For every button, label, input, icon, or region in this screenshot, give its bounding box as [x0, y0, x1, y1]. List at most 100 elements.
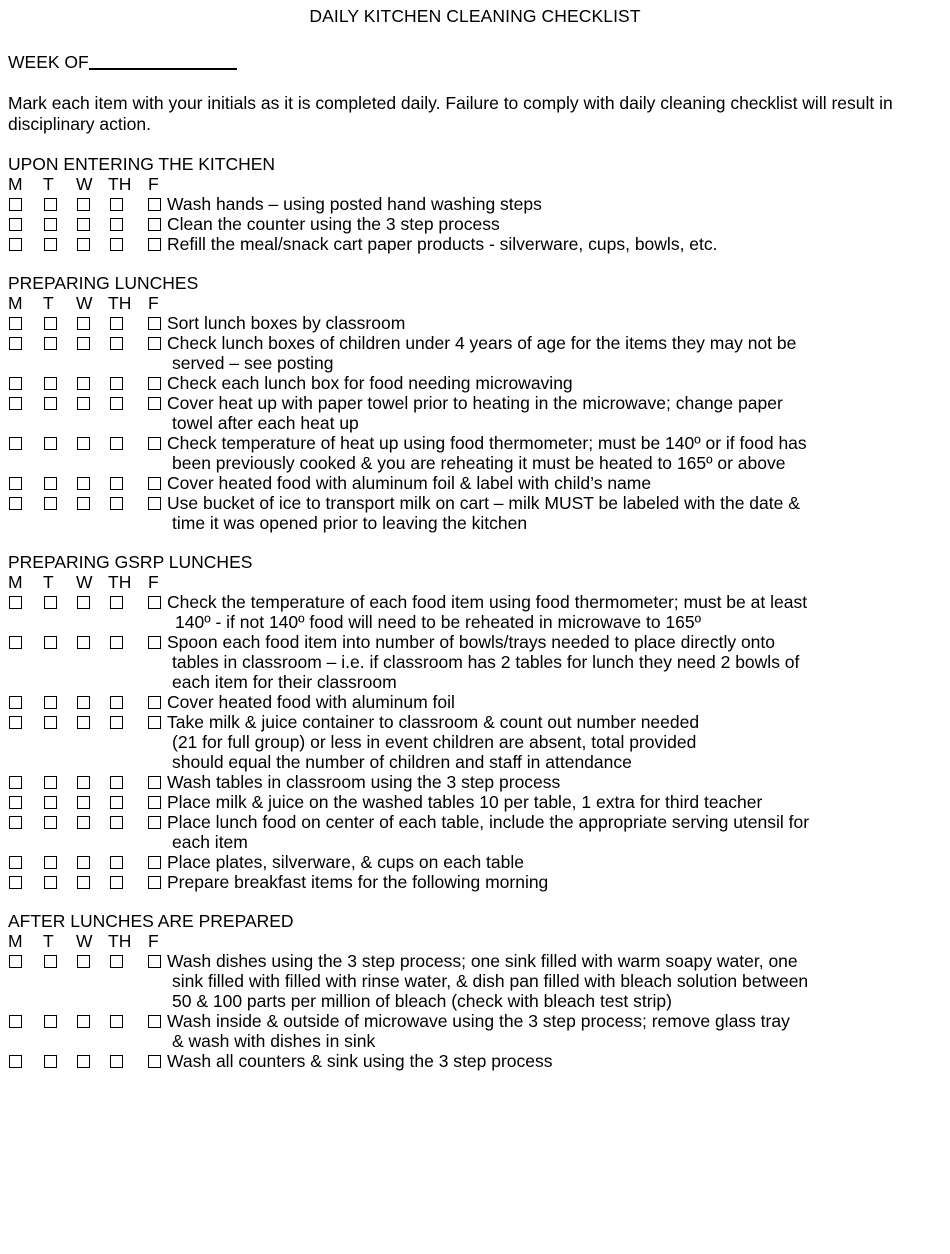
- checkbox-f[interactable]: [148, 377, 161, 390]
- checkbox-th[interactable]: [110, 1015, 123, 1028]
- checkbox-m[interactable]: [9, 337, 22, 350]
- checkbox-t[interactable]: [44, 377, 57, 390]
- checkbox-f[interactable]: [148, 636, 161, 649]
- checkbox-w[interactable]: [77, 816, 90, 829]
- checkbox-m[interactable]: [9, 716, 22, 729]
- checkbox-th[interactable]: [110, 696, 123, 709]
- checkbox-t[interactable]: [44, 596, 57, 609]
- checkbox-t[interactable]: [44, 437, 57, 450]
- checkbox-t[interactable]: [44, 1015, 57, 1028]
- checkbox-f[interactable]: [148, 856, 161, 869]
- checkbox-f[interactable]: [148, 716, 161, 729]
- checkbox-t[interactable]: [44, 696, 57, 709]
- checkbox-f[interactable]: [148, 337, 161, 350]
- checkbox-t[interactable]: [44, 856, 57, 869]
- checkbox-w[interactable]: [77, 497, 90, 510]
- checkbox-th[interactable]: [110, 596, 123, 609]
- checkbox-f[interactable]: [148, 596, 161, 609]
- checkbox-th[interactable]: [110, 816, 123, 829]
- checkbox-t[interactable]: [44, 477, 57, 490]
- checkbox-th[interactable]: [110, 437, 123, 450]
- checkbox-w[interactable]: [77, 955, 90, 968]
- checkbox-t[interactable]: [44, 337, 57, 350]
- checkbox-th[interactable]: [110, 377, 123, 390]
- checkbox-m[interactable]: [9, 876, 22, 889]
- checkbox-w[interactable]: [77, 696, 90, 709]
- checkbox-f[interactable]: [148, 477, 161, 490]
- checkbox-w[interactable]: [77, 776, 90, 789]
- checkbox-th[interactable]: [110, 317, 123, 330]
- checkbox-t[interactable]: [44, 776, 57, 789]
- checkbox-m[interactable]: [9, 1015, 22, 1028]
- checkbox-f[interactable]: [148, 1055, 161, 1068]
- checkbox-f[interactable]: [148, 317, 161, 330]
- checkbox-th[interactable]: [110, 1055, 123, 1068]
- checkbox-w[interactable]: [77, 716, 90, 729]
- checkbox-w[interactable]: [77, 636, 90, 649]
- checkbox-f[interactable]: [148, 796, 161, 809]
- checkbox-th[interactable]: [110, 477, 123, 490]
- checkbox-w[interactable]: [77, 238, 90, 251]
- checkbox-th[interactable]: [110, 716, 123, 729]
- checkbox-t[interactable]: [44, 816, 57, 829]
- checkbox-w[interactable]: [77, 377, 90, 390]
- checkbox-t[interactable]: [44, 497, 57, 510]
- checkbox-t[interactable]: [44, 796, 57, 809]
- checkbox-th[interactable]: [110, 397, 123, 410]
- checkbox-th[interactable]: [110, 497, 123, 510]
- checkbox-m[interactable]: [9, 377, 22, 390]
- checkbox-w[interactable]: [77, 856, 90, 869]
- checkbox-t[interactable]: [44, 716, 57, 729]
- checkbox-w[interactable]: [77, 477, 90, 490]
- checkbox-t[interactable]: [44, 317, 57, 330]
- checkbox-m[interactable]: [9, 596, 22, 609]
- checkbox-th[interactable]: [110, 856, 123, 869]
- checkbox-f[interactable]: [148, 816, 161, 829]
- checkbox-m[interactable]: [9, 796, 22, 809]
- checkbox-m[interactable]: [9, 696, 22, 709]
- checkbox-f[interactable]: [148, 218, 161, 231]
- checkbox-f[interactable]: [148, 437, 161, 450]
- checkbox-w[interactable]: [77, 1015, 90, 1028]
- checkbox-w[interactable]: [77, 796, 90, 809]
- checkbox-th[interactable]: [110, 796, 123, 809]
- checkbox-w[interactable]: [77, 397, 90, 410]
- checkbox-th[interactable]: [110, 776, 123, 789]
- checkbox-t[interactable]: [44, 218, 57, 231]
- checkbox-m[interactable]: [9, 856, 22, 869]
- checkbox-f[interactable]: [148, 238, 161, 251]
- checkbox-w[interactable]: [77, 876, 90, 889]
- checkbox-th[interactable]: [110, 955, 123, 968]
- checkbox-f[interactable]: [148, 776, 161, 789]
- checkbox-th[interactable]: [110, 876, 123, 889]
- checkbox-w[interactable]: [77, 198, 90, 211]
- checkbox-t[interactable]: [44, 955, 57, 968]
- checkbox-t[interactable]: [44, 397, 57, 410]
- checkbox-m[interactable]: [9, 198, 22, 211]
- checkbox-m[interactable]: [9, 218, 22, 231]
- checkbox-m[interactable]: [9, 317, 22, 330]
- checkbox-t[interactable]: [44, 876, 57, 889]
- checkbox-t[interactable]: [44, 238, 57, 251]
- checkbox-w[interactable]: [77, 1055, 90, 1068]
- checkbox-m[interactable]: [9, 1055, 22, 1068]
- checkbox-w[interactable]: [77, 437, 90, 450]
- checkbox-f[interactable]: [148, 876, 161, 889]
- checkbox-m[interactable]: [9, 776, 22, 789]
- checkbox-t[interactable]: [44, 636, 57, 649]
- checkbox-w[interactable]: [77, 317, 90, 330]
- checkbox-m[interactable]: [9, 636, 22, 649]
- week-of-blank-field[interactable]: [88, 54, 237, 70]
- checkbox-m[interactable]: [9, 397, 22, 410]
- checkbox-m[interactable]: [9, 477, 22, 490]
- checkbox-t[interactable]: [44, 198, 57, 211]
- checkbox-w[interactable]: [77, 218, 90, 231]
- checkbox-f[interactable]: [148, 497, 161, 510]
- checkbox-f[interactable]: [148, 198, 161, 211]
- checkbox-f[interactable]: [148, 955, 161, 968]
- checkbox-m[interactable]: [9, 437, 22, 450]
- checkbox-m[interactable]: [9, 816, 22, 829]
- checkbox-th[interactable]: [110, 218, 123, 231]
- checkbox-t[interactable]: [44, 1055, 57, 1068]
- checkbox-m[interactable]: [9, 955, 22, 968]
